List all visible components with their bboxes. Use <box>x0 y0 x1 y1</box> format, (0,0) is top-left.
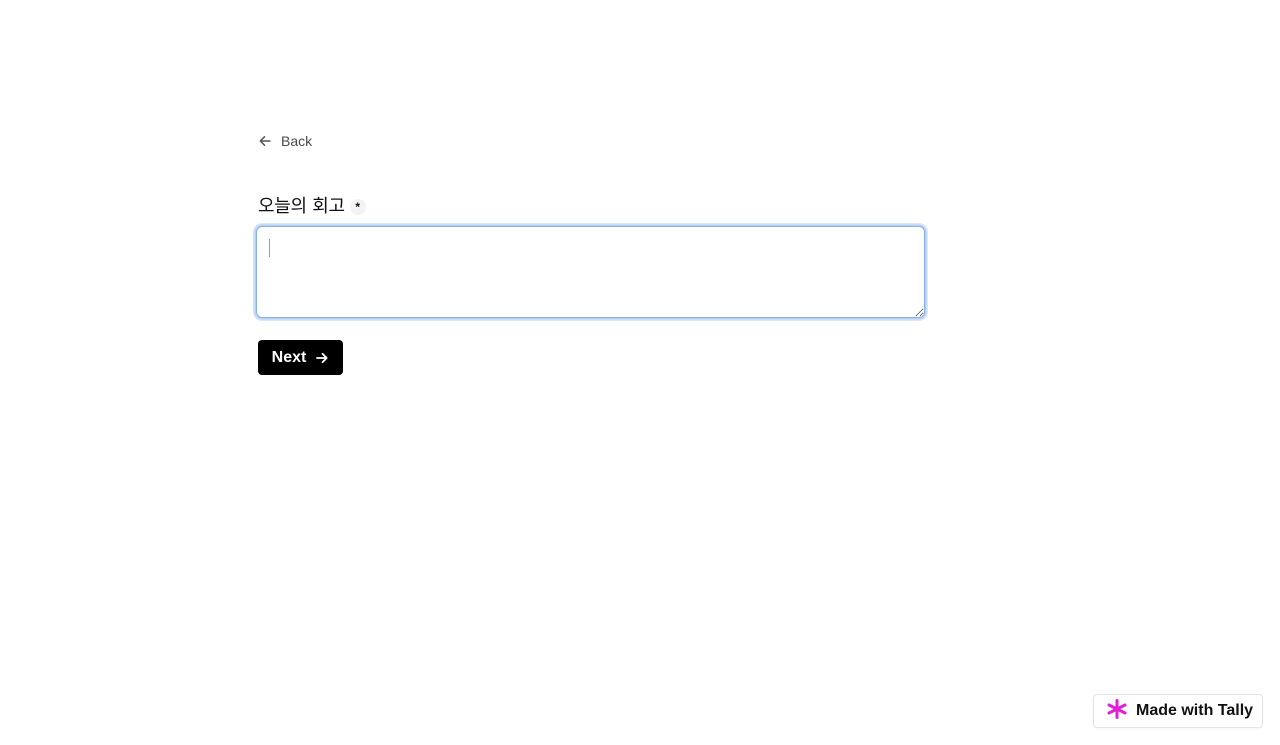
required-indicator: * <box>349 199 366 215</box>
answer-field-wrapper <box>256 226 925 318</box>
question-title: 오늘의 회고 <box>258 196 345 217</box>
arrow-left-icon <box>258 134 272 148</box>
tally-asterisk-icon <box>1106 698 1128 725</box>
next-label: Next <box>271 348 307 366</box>
form-page: Back 오늘의 회고 * Next Made with Tally <box>0 0 1280 745</box>
text-caret <box>269 239 270 257</box>
arrow-right-icon <box>315 351 329 365</box>
next-button[interactable]: Next <box>258 340 343 375</box>
back-label: Back <box>281 133 313 149</box>
answer-textarea[interactable] <box>256 226 925 318</box>
back-button[interactable]: Back <box>258 131 312 151</box>
made-with-tally-label: Made with Tally <box>1136 702 1254 719</box>
made-with-tally-badge[interactable]: Made with Tally <box>1093 694 1263 728</box>
question-header: 오늘의 회고 * <box>258 192 366 218</box>
